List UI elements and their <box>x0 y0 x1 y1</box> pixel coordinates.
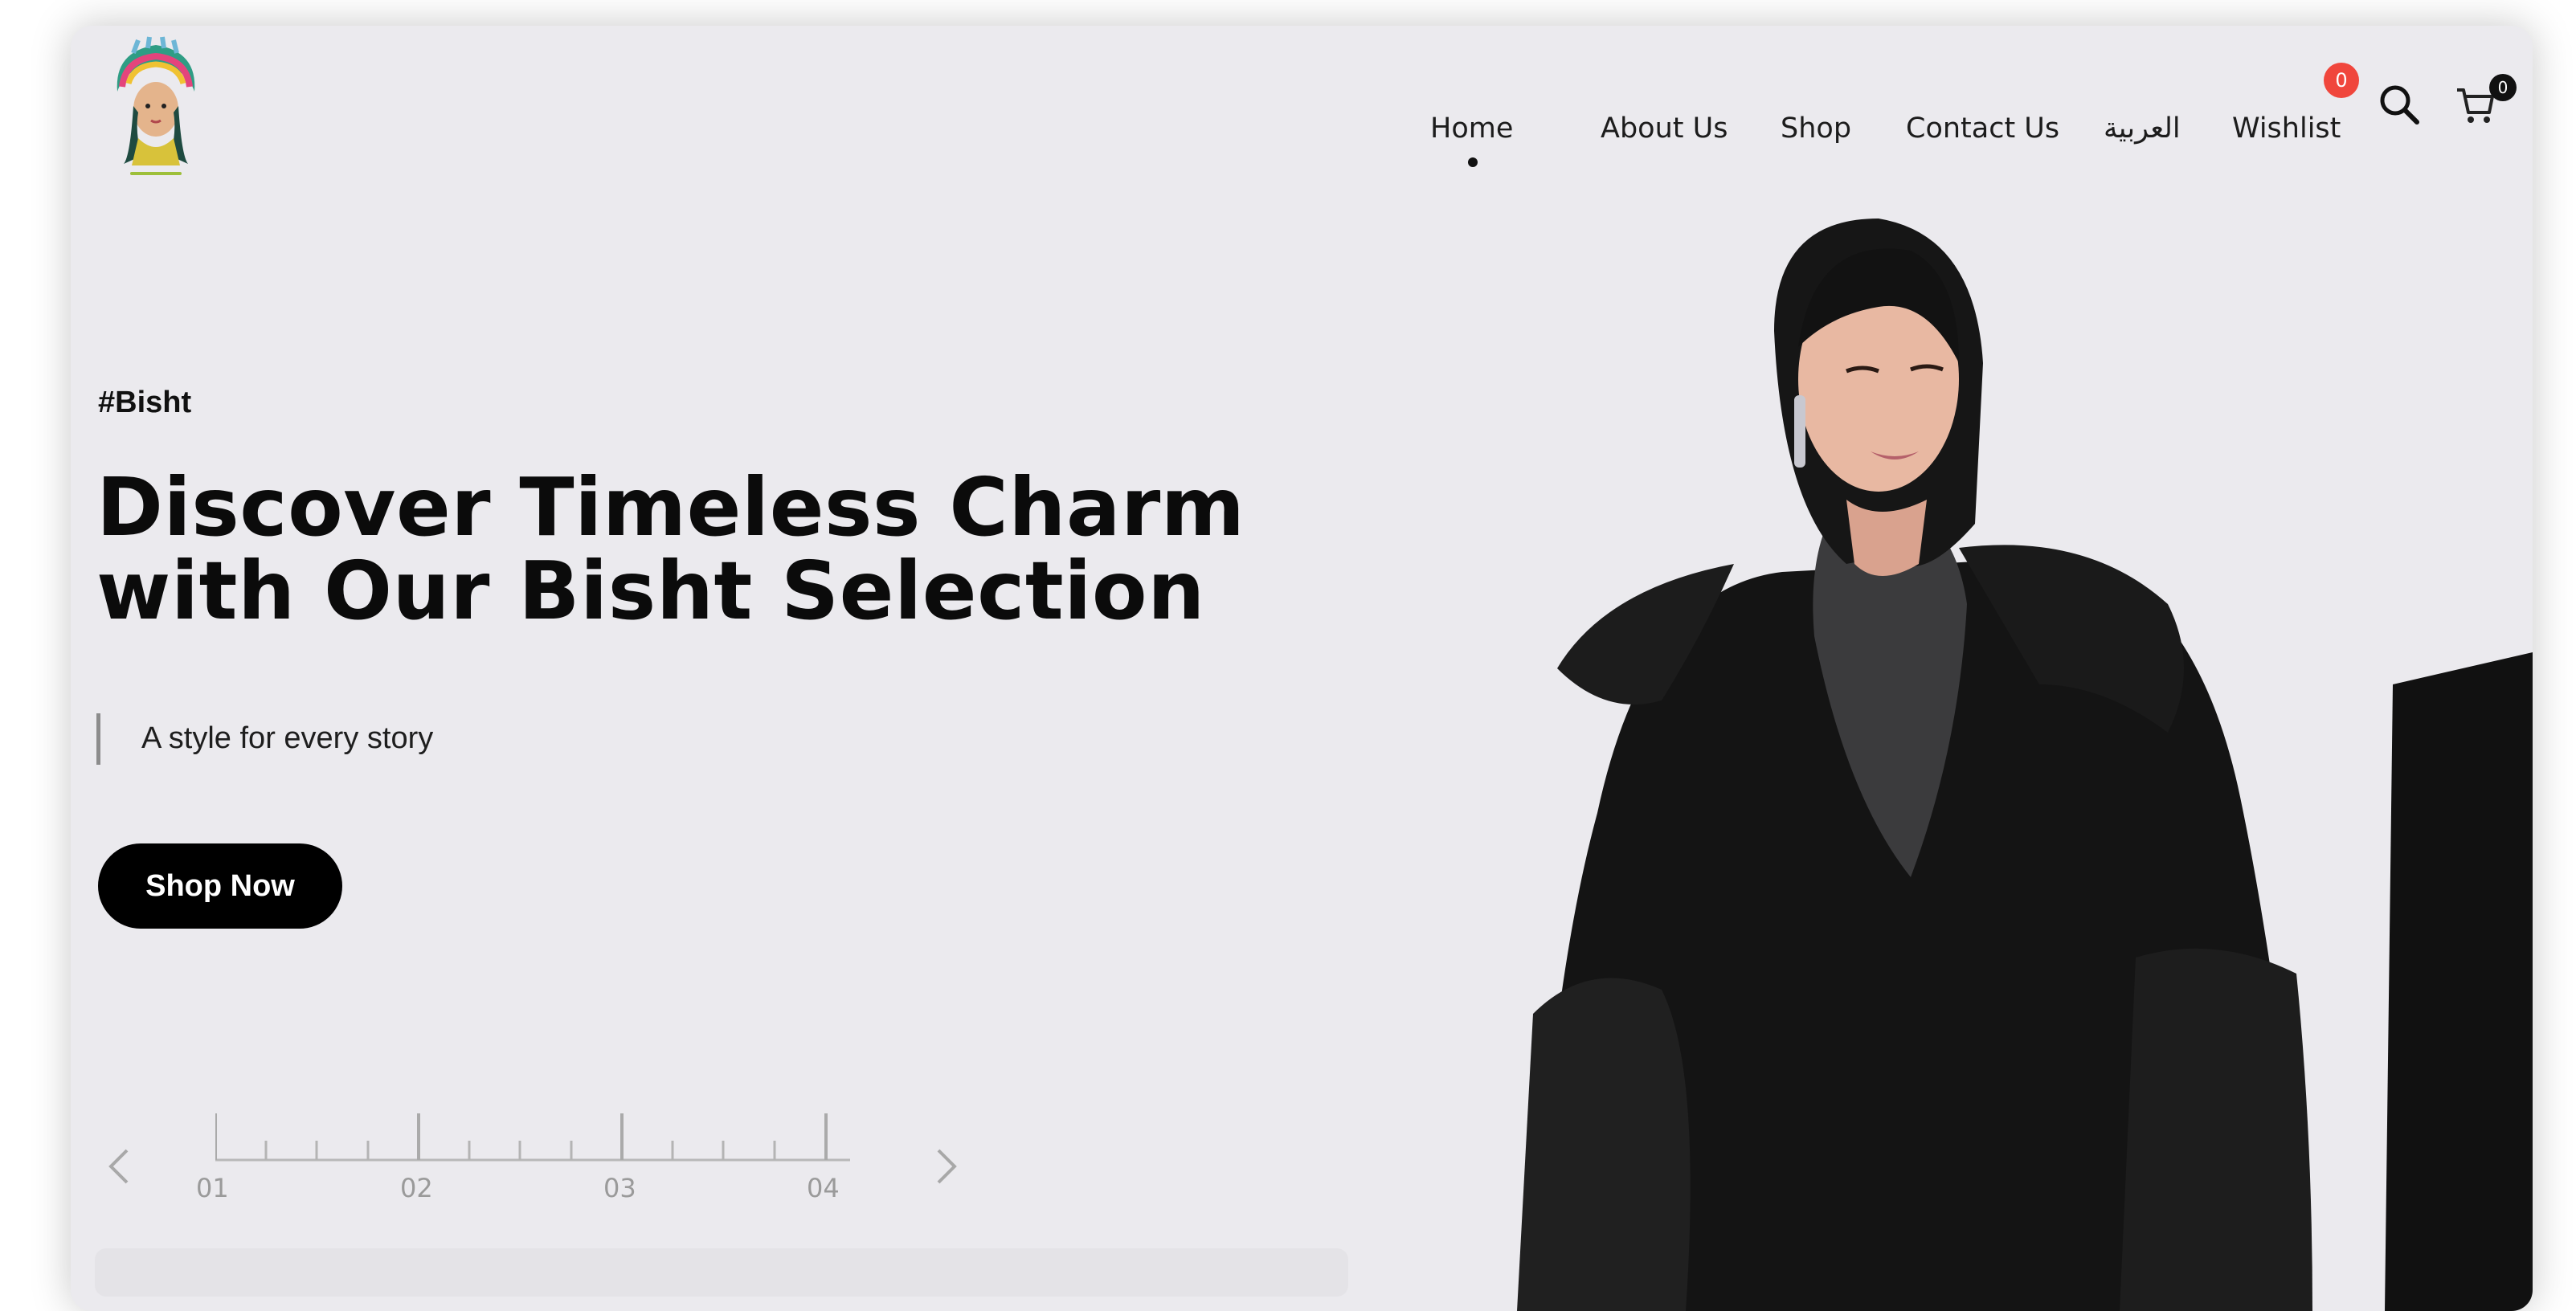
nav-home[interactable]: Home <box>1430 112 1513 145</box>
nav-language-arabic[interactable]: العربية <box>2104 112 2181 145</box>
slide-step-02[interactable]: 02 <box>400 1173 433 1203</box>
hero-headline-line-1: Discover Timeless Charm <box>96 460 1245 554</box>
hero-tag: #Bisht <box>98 386 192 419</box>
nav-shop[interactable]: Shop <box>1781 112 1851 145</box>
main-nav: Home About Us Shop Contact Us العربية Wi… <box>71 90 2533 170</box>
chevron-left-icon[interactable] <box>103 1142 135 1191</box>
hero-headline: Discover Timeless Charm with Our Bisht S… <box>96 466 1245 633</box>
next-section-edge <box>95 1248 1348 1297</box>
cart-count-badge: 0 <box>2489 74 2517 101</box>
chevron-right-icon[interactable] <box>930 1142 963 1191</box>
slide-step-04[interactable]: 04 <box>807 1173 840 1203</box>
search-icon[interactable] <box>2377 82 2422 127</box>
slide-step-01[interactable]: 01 <box>196 1173 229 1203</box>
page-frame: Home About Us Shop Contact Us العربية Wi… <box>71 26 2533 1311</box>
shop-now-button[interactable]: Shop Now <box>98 843 342 929</box>
wishlist-count-badge: 0 <box>2324 63 2359 98</box>
nav-about-us[interactable]: About Us <box>1601 112 1728 145</box>
hero-headline-line-2: with Our Bisht Selection <box>96 544 1205 638</box>
hero-subtitle: A style for every story <box>141 721 434 755</box>
hero-model-image <box>1517 218 2533 1311</box>
active-nav-indicator <box>1468 157 1478 167</box>
subtitle-accent-bar <box>96 713 100 765</box>
slide-step-03[interactable]: 03 <box>603 1173 636 1203</box>
slide-progress-ruler <box>215 1113 850 1162</box>
nav-contact-us[interactable]: Contact Us <box>1906 112 2059 145</box>
nav-wishlist[interactable]: Wishlist <box>2232 112 2341 145</box>
